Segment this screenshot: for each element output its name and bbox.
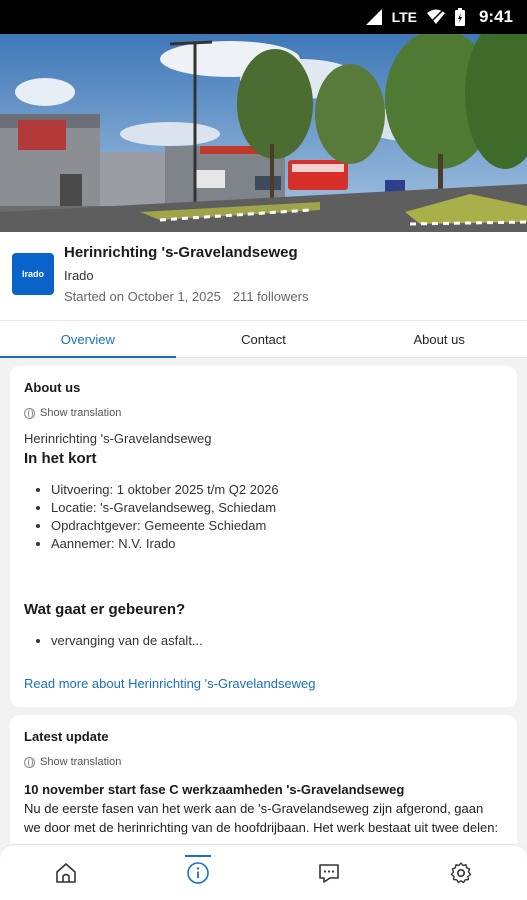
followers-count: 211 followers xyxy=(232,289,309,304)
clock: 9:41 xyxy=(478,7,513,26)
nav-info[interactable] xyxy=(173,845,223,900)
globe-icon xyxy=(24,756,35,768)
tab-contact[interactable]: Contact xyxy=(176,321,352,357)
hero-image xyxy=(0,34,527,232)
home-icon xyxy=(56,862,76,883)
nav-settings[interactable] xyxy=(436,845,486,900)
about-bullet-list: Uitvoering: 1 oktober 2025 t/m Q2 2026 L… xyxy=(51,481,503,553)
organization-name[interactable]: Irado xyxy=(64,268,308,283)
about-heading: In het kort xyxy=(24,450,97,467)
section-bullet-list: vervanging van de asfalt... xyxy=(51,632,503,650)
tab-bar: Overview Contact About us xyxy=(0,320,527,358)
section-heading: Wat gaat er gebeuren? xyxy=(24,601,186,618)
list-item: vervanging van de asfalt... xyxy=(51,632,503,650)
signal-icon xyxy=(365,9,382,25)
project-meta: Started on October 1, 2025 211 followers xyxy=(64,289,308,304)
update-headline: 10 november start fase C werkzaamheden '… xyxy=(24,782,405,797)
show-translation-button[interactable]: Show translation xyxy=(24,407,503,419)
gear-icon xyxy=(450,861,472,883)
status-bar: LTE 9:41 xyxy=(0,0,527,34)
show-translation-button[interactable]: Show translation xyxy=(24,756,503,768)
nav-messages[interactable] xyxy=(304,845,354,900)
nav-home[interactable] xyxy=(41,845,91,900)
wifi-icon xyxy=(426,9,445,25)
show-translation-label: Show translation xyxy=(40,407,122,419)
list-item: Aannemer: N.V. Irado xyxy=(51,535,503,553)
main-content: About us Show translation Herinrichting … xyxy=(0,358,527,853)
list-item: Opdrachtgever: Gemeente Schiedam xyxy=(51,517,503,535)
list-item: Locatie: 's-Gravelandseweg, Schiedam xyxy=(51,499,503,517)
project-header: Irado Herinrichting 's-Gravelandseweg Ir… xyxy=(0,232,527,320)
organization-logo[interactable]: Irado xyxy=(12,253,54,295)
battery-icon xyxy=(454,8,465,26)
list-item: Uitvoering: 1 oktober 2025 t/m Q2 2026 xyxy=(51,481,503,499)
show-translation-label: Show translation xyxy=(40,756,122,768)
globe-icon xyxy=(24,407,35,419)
bottom-navigation xyxy=(0,844,527,900)
project-title: Herinrichting 's-Gravelandseweg xyxy=(64,244,298,261)
update-body: Nu de eerste fasen van het werk aan de '… xyxy=(24,801,499,835)
info-icon xyxy=(186,861,209,884)
project-info: Herinrichting 's-Gravelandseweg Irado St… xyxy=(64,244,308,304)
latest-update-card[interactable]: Latest update Show translation 10 novemb… xyxy=(10,715,517,853)
about-card: About us Show translation Herinrichting … xyxy=(10,366,517,707)
about-title: About us xyxy=(24,380,81,395)
chat-icon xyxy=(319,863,340,883)
tab-overview[interactable]: Overview xyxy=(0,321,176,358)
read-more-link[interactable]: Read more about Herinrichting 's-Gravela… xyxy=(24,676,503,691)
tab-about-us[interactable]: About us xyxy=(351,321,527,357)
about-subtitle: Herinrichting 's-Gravelandseweg xyxy=(24,431,212,446)
latest-update-title: Latest update xyxy=(24,729,109,744)
network-type: LTE xyxy=(391,9,417,25)
start-date: Started on October 1, 2025 xyxy=(64,289,221,304)
